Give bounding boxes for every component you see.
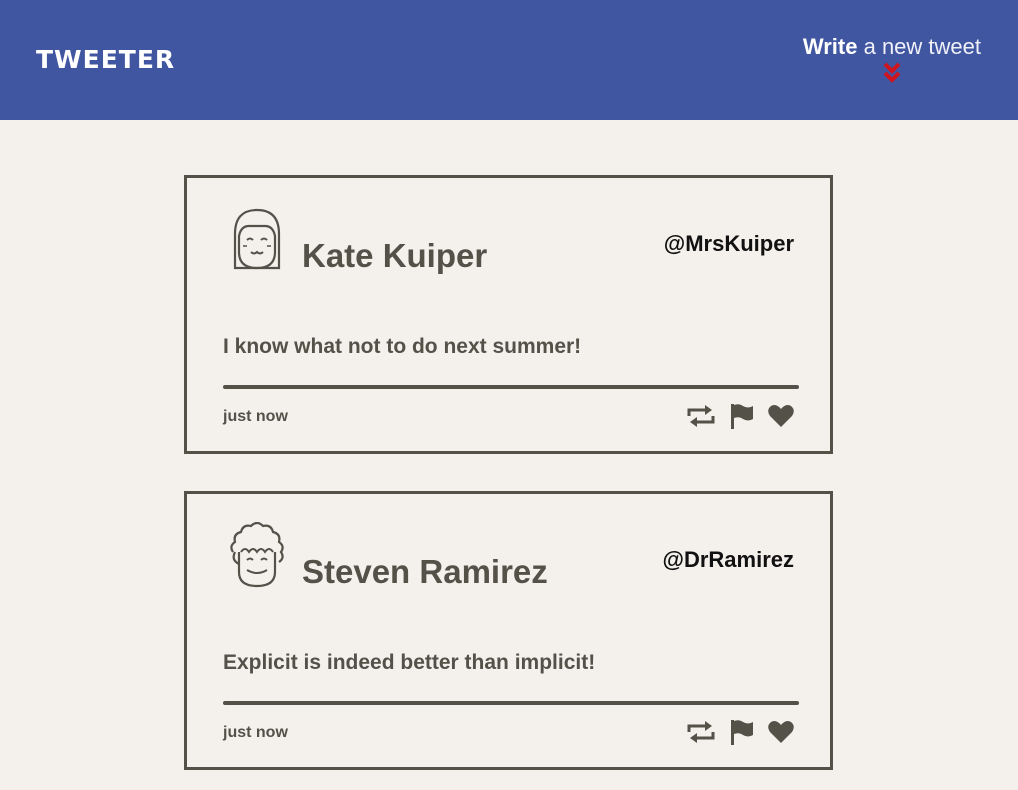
tweet-content: I know what not to do next summer! bbox=[223, 335, 582, 358]
tweet-content: Explicit is indeed better than implicit! bbox=[223, 651, 596, 674]
compose-label-strong: Write bbox=[802, 34, 858, 59]
tweet-timestamp: just now bbox=[223, 408, 288, 425]
tweet-card: Steven Ramirez @DrRamirez Explicit is in… bbox=[184, 491, 833, 770]
double-chevron-down-icon[interactable] bbox=[882, 62, 902, 84]
tweet-author-name: Kate Kuiper bbox=[302, 237, 488, 274]
retweet-icon[interactable] bbox=[685, 402, 717, 430]
tweet-actions bbox=[685, 718, 795, 746]
compose-tweet-button[interactable]: Write a new tweet bbox=[803, 33, 981, 61]
tweet-author-handle[interactable]: @MrsKuiper bbox=[664, 230, 794, 258]
tweet-actions bbox=[685, 402, 795, 430]
retweet-icon[interactable] bbox=[685, 718, 717, 746]
curly-hair-avatar-icon bbox=[230, 522, 284, 588]
heart-icon[interactable] bbox=[767, 718, 795, 746]
navbar: TWEETER Write a new tweet bbox=[0, 0, 1018, 120]
heart-icon[interactable] bbox=[767, 402, 795, 430]
tweet-divider bbox=[223, 701, 799, 705]
girl-avatar-icon bbox=[233, 208, 281, 270]
flag-icon[interactable] bbox=[729, 718, 755, 746]
tweet-timestamp: just now bbox=[223, 724, 288, 741]
tweet-author-name: Steven Ramirez bbox=[302, 553, 548, 590]
logo[interactable]: TWEETER bbox=[36, 44, 175, 76]
flag-icon[interactable] bbox=[729, 402, 755, 430]
tweet-divider bbox=[223, 385, 799, 389]
tweet-card: Kate Kuiper @MrsKuiper I know what not t… bbox=[184, 175, 833, 454]
tweet-author-handle[interactable]: @DrRamirez bbox=[663, 546, 795, 574]
compose-label-rest: a new tweet bbox=[863, 34, 981, 59]
